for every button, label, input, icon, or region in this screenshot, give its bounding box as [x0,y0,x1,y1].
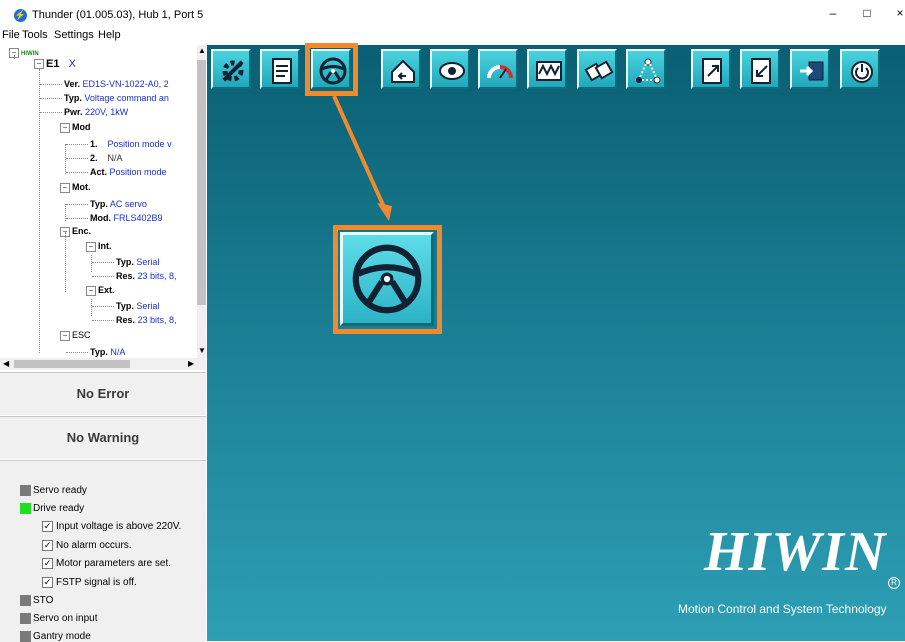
brand-tagline: Motion Control and System Technology [678,602,887,616]
registered-mark-icon: R [888,577,900,589]
steering-wheel-icon [352,244,422,314]
operation-mode-enlarged-button [340,232,434,326]
hiwin-logo: HIWIN [704,521,887,583]
